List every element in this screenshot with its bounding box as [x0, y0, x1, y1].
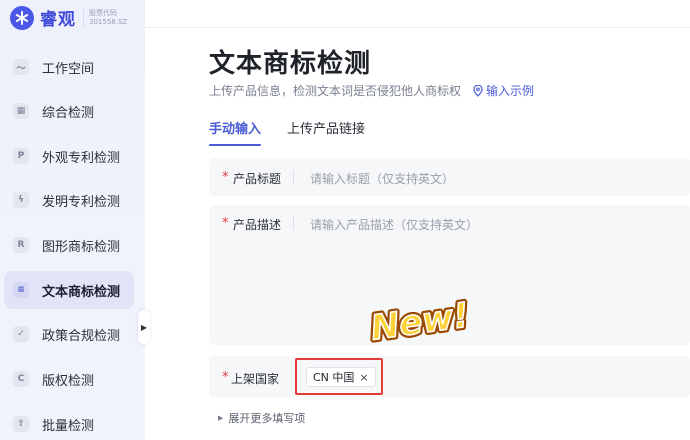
required-asterisk: * — [222, 370, 229, 385]
text-doc-icon: ≡ — [13, 282, 29, 298]
product-description-label: 产品描述 — [233, 218, 282, 232]
page-subtitle: 上传产品信息，检测文本词是否侵犯他人商标权 — [209, 84, 462, 98]
caret-right-icon: ▶ — [218, 414, 224, 422]
sidebar-item-invention-patent[interactable]: ϟ 发明专利检测 — [4, 181, 134, 219]
field-separator — [293, 170, 294, 184]
stock-code: 301558.SZ — [89, 17, 128, 26]
field-separator — [293, 216, 294, 230]
sidebar-item-label: 图形商标检测 — [42, 239, 121, 255]
new-badge-text: New! — [368, 295, 471, 347]
sidebar-item-copyright[interactable]: C 版权检测 — [4, 360, 134, 398]
location-pin-icon — [473, 84, 483, 97]
stock-label: 股票代码 — [89, 8, 117, 17]
country-select[interactable]: CN 中国 × — [295, 358, 383, 395]
page-subtitle-row: 上传产品信息，检测文本词是否侵犯他人商标权 输入示例 — [209, 82, 534, 99]
sidebar: 睿观 股票代码 301558.SZ 〜 工作空间 ▦ 综合检测 P 外观专利检测… — [0, 0, 145, 440]
workspace-icon: 〜 — [13, 59, 29, 75]
required-asterisk: * — [222, 170, 229, 185]
sidebar-item-label: 外观专利检测 — [42, 150, 121, 166]
sidebar-item-text-trademark[interactable]: ≡ 文本商标检测 — [4, 271, 134, 309]
brand[interactable]: 睿观 股票代码 301558.SZ — [10, 5, 127, 30]
sidebar-item-label: 综合检测 — [42, 105, 95, 121]
letter-r-icon: R — [13, 237, 29, 253]
close-icon[interactable]: × — [359, 371, 368, 384]
input-example-link[interactable]: 输入示例 — [473, 82, 534, 99]
sidebar-item-policy-compliance[interactable]: ✓ 政策合规检测 — [4, 315, 134, 353]
expand-more-fields[interactable]: ▶ 展开更多填写项 — [218, 410, 305, 426]
new-badge: New! New! — [365, 293, 474, 347]
sidebar-toggle-handle[interactable]: ▶ — [138, 310, 150, 344]
tab-upload-product-link[interactable]: 上传产品链接 — [287, 118, 365, 140]
sidebar-item-design-patent[interactable]: P 外观专利检测 — [4, 137, 134, 175]
product-title-row: * 产品标题 请输入标题（仅支持英文） — [209, 158, 690, 196]
sidebar-item-label: 文本商标检测 — [42, 284, 121, 300]
product-title-label: 产品标题 — [233, 172, 282, 186]
logo-icon — [10, 5, 34, 30]
sidebar-item-label: 工作空间 — [42, 61, 95, 77]
input-example-label: 输入示例 — [486, 84, 535, 98]
page-title: 文本商标检测 — [209, 49, 372, 79]
bulb-icon: ϟ — [13, 192, 29, 208]
grid-icon: ▦ — [13, 103, 29, 119]
product-description-input[interactable]: 请输入产品描述（仅支持英文） — [310, 216, 478, 233]
sidebar-item-comprehensive[interactable]: ▦ 综合检测 — [4, 92, 134, 130]
expand-more-label: 展开更多填写项 — [228, 412, 306, 425]
sidebar-item-label: 发明专利检测 — [42, 194, 121, 210]
tab-manual-input[interactable]: 手动输入 — [209, 118, 262, 146]
required-asterisk: * — [222, 216, 229, 231]
sidebar-item-workspace[interactable]: 〜 工作空间 — [4, 48, 134, 86]
country-chip-label: CN 中国 — [313, 371, 355, 384]
chevron-right-icon: ▶ — [140, 322, 148, 332]
check-icon: ✓ — [13, 326, 29, 342]
input-mode-tabs: 手动输入 上传产品链接 — [209, 118, 391, 146]
sidebar-item-graphic-trademark[interactable]: R 图形商标检测 — [4, 226, 134, 264]
letter-p-icon: P — [13, 148, 29, 164]
product-title-input[interactable]: 请输入标题（仅支持英文） — [310, 170, 454, 187]
batch-upload-icon: ⇪ — [13, 416, 29, 432]
sidebar-item-label: 政策合规检测 — [42, 328, 121, 344]
country-chip: CN 中国 × — [306, 367, 376, 387]
sidebar-item-label: 版权检测 — [42, 373, 95, 389]
listing-country-row: * 上架国家 — [209, 356, 690, 397]
header-divider — [145, 27, 690, 28]
stock-info: 股票代码 301558.SZ — [83, 8, 128, 27]
listing-country-label: 上架国家 — [231, 372, 280, 386]
copyright-icon: C — [13, 371, 29, 387]
brand-name: 睿观 — [40, 10, 76, 30]
sidebar-item-batch[interactable]: ⇪ 批量检测 — [4, 405, 134, 440]
sidebar-item-label: 批量检测 — [42, 418, 95, 434]
